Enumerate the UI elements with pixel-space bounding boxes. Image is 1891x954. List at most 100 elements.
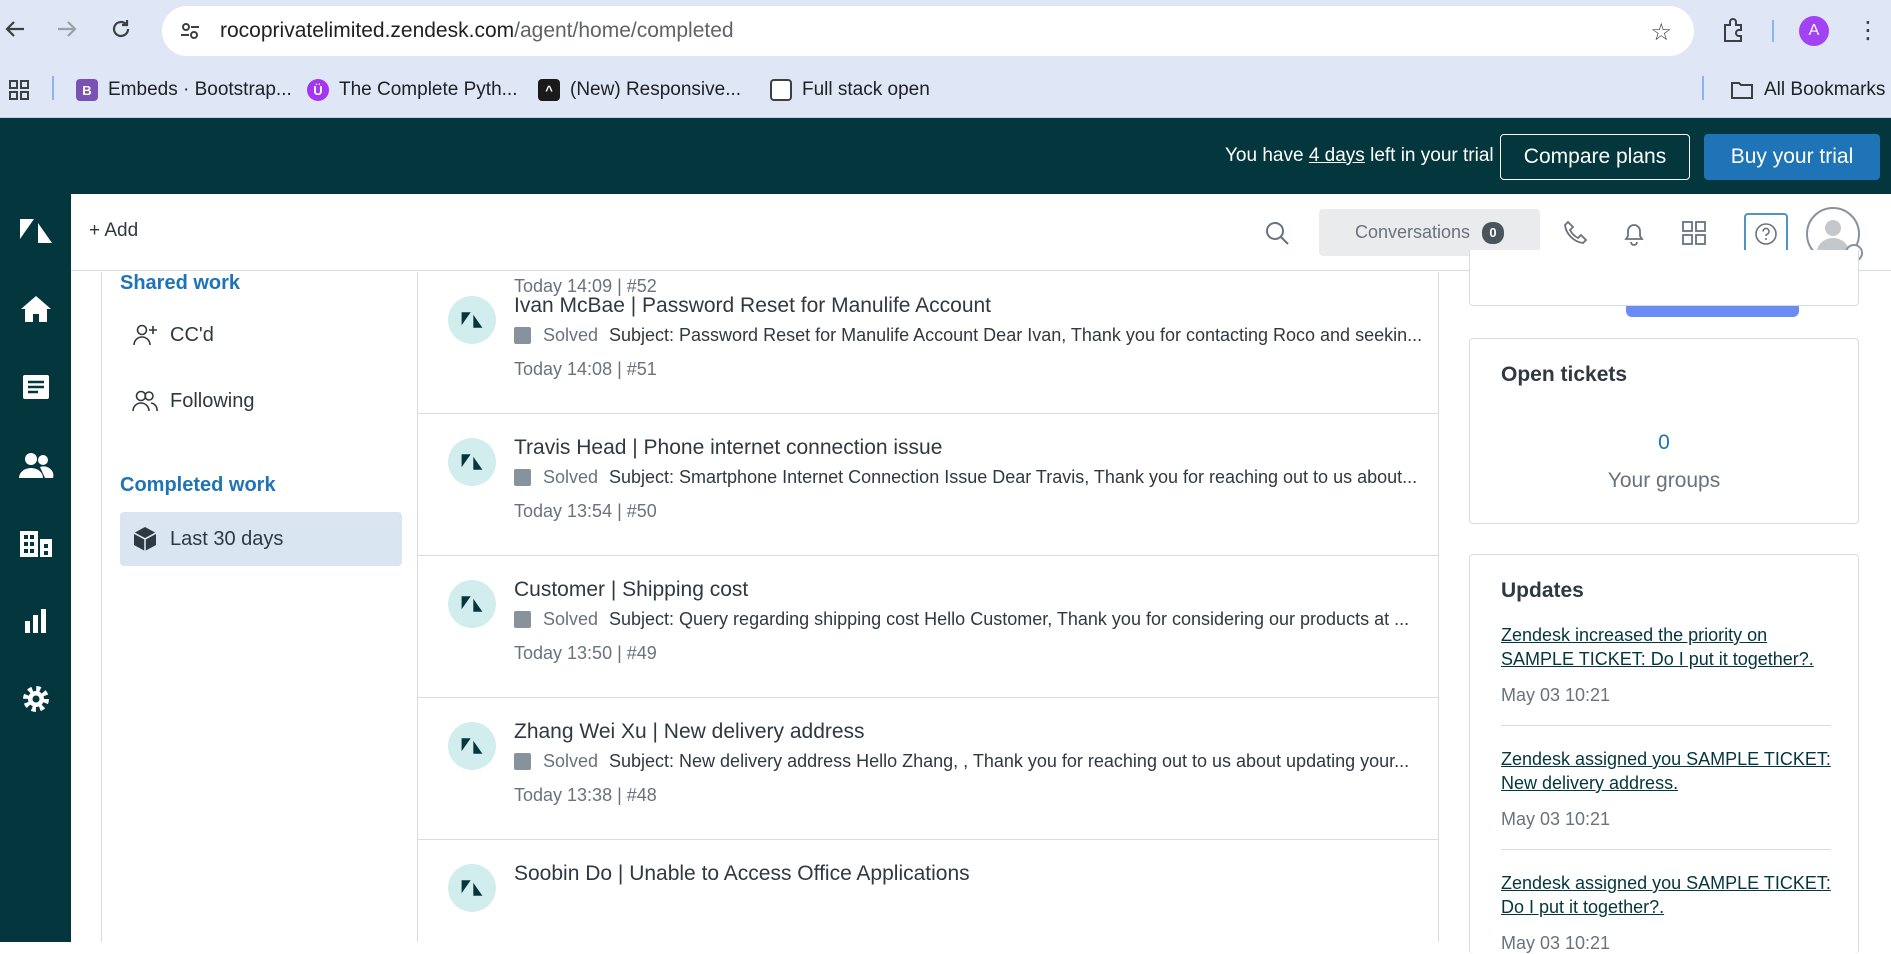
fullstackopen-icon <box>770 79 792 101</box>
ticket-meta: Today 13:38 | #48 <box>514 785 657 805</box>
open-tickets-card: Open tickets 0 Your groups <box>1469 338 1859 524</box>
phone-icon[interactable] <box>1560 218 1590 248</box>
completed-work-heading: Completed work <box>120 474 276 496</box>
status-badge: Solved <box>543 467 599 487</box>
trial-message: You have 4 days left in your trial <box>1225 145 1494 166</box>
conversations-button[interactable]: Conversations 0 <box>1319 209 1540 256</box>
bookmark-fullstack[interactable]: Full stack open <box>770 76 930 104</box>
trial-banner: You have 4 days left in your trial Compa… <box>0 118 1891 194</box>
bookmark-label: Embeds · Bootstrap... <box>108 79 292 100</box>
ticket-excerpt: Subject: Query regarding shipping cost H… <box>609 609 1410 629</box>
zendesk-avatar-icon <box>448 438 496 486</box>
notifications-bell-icon[interactable] <box>1619 218 1649 248</box>
view-ccd[interactable]: CC'd <box>120 308 402 362</box>
bookmark-python[interactable]: Ü The Complete Pyth... <box>307 76 517 104</box>
ticket-title[interactable]: Ivan McBae | Password Reset for Manulife… <box>514 294 991 318</box>
view-last-30-days[interactable]: Last 30 days <box>120 512 402 566</box>
bookmarks-bar: B Embeds · Bootstrap... Ü The Complete P… <box>0 62 1891 118</box>
reporting-icon[interactable] <box>0 596 71 646</box>
bookmark-label: (New) Responsive... <box>570 79 742 100</box>
views-icon[interactable] <box>0 362 71 412</box>
folder-icon <box>1731 82 1753 99</box>
open-tickets-heading: Open tickets <box>1501 363 1628 386</box>
ticket-meta: Today 13:50 | #49 <box>514 643 657 663</box>
ticket-meta: Today 13:54 | #50 <box>514 501 657 521</box>
status-indicator <box>514 469 531 486</box>
profile-avatar[interactable]: A <box>1799 16 1829 46</box>
table-row[interactable]: Zhang Wei Xu | New delivery address Solv… <box>418 698 1438 840</box>
bookmark-responsive[interactable]: ^ (New) Responsive... <box>538 76 741 104</box>
ticket-excerpt: Subject: Smartphone Internet Connection … <box>609 467 1418 487</box>
top-card-remnant <box>1469 250 1859 306</box>
product-tray-icon[interactable] <box>1679 218 1709 248</box>
browser-menu-icon[interactable]: ⋮ <box>1856 16 1880 45</box>
conversations-count-badge: 0 <box>1482 221 1505 244</box>
trial-days-link[interactable]: 4 days <box>1309 145 1365 166</box>
ticket-excerpt: Subject: New delivery address Hello Zhan… <box>609 751 1410 771</box>
all-bookmarks[interactable]: All Bookmarks <box>1730 76 1885 104</box>
forward-arrow-icon[interactable] <box>52 14 82 44</box>
bookmark-star-icon[interactable]: ☆ <box>1650 18 1672 47</box>
admin-gear-icon[interactable] <box>0 674 71 724</box>
status-indicator <box>514 327 531 344</box>
table-row[interactable]: Soobin Do | Unable to Access Office Appl… <box>418 840 1438 942</box>
update-date: May 03 10:21 <box>1501 809 1611 829</box>
extensions-icon[interactable] <box>1720 16 1748 49</box>
bookmark-label: The Complete Pyth... <box>339 79 518 100</box>
update-link[interactable]: Zendesk assigned you SAMPLE TICKET: New … <box>1501 747 1831 795</box>
url-text: rocoprivatelimited.zendesk.com/agent/hom… <box>220 19 734 42</box>
apps-grid-icon[interactable] <box>8 76 30 104</box>
conversations-label: Conversations <box>1354 222 1471 242</box>
zendesk-avatar-icon <box>448 296 496 344</box>
add-button[interactable]: + Add <box>89 220 138 242</box>
bookmark-label: Full stack open <box>802 79 930 100</box>
view-ccd-label: CC'd <box>170 323 214 346</box>
bookmark-bootstrap[interactable]: B Embeds · Bootstrap... <box>76 76 292 104</box>
browser-toolbar: rocoprivatelimited.zendesk.com/agent/hom… <box>0 0 1891 62</box>
ticket-title[interactable]: Travis Head | Phone internet connection … <box>514 436 942 460</box>
organizations-icon[interactable] <box>0 518 71 568</box>
search-icon[interactable] <box>1262 218 1292 248</box>
bookmark-divider <box>1702 76 1704 100</box>
update-link[interactable]: Zendesk increased the priority on SAMPLE… <box>1501 623 1831 671</box>
update-date: May 03 10:21 <box>1501 933 1611 953</box>
help-button[interactable] <box>1744 213 1788 255</box>
view-following[interactable]: Following <box>120 374 402 428</box>
buy-trial-button[interactable]: Buy your trial <box>1704 134 1880 180</box>
open-tickets-count[interactable]: 0 <box>1470 431 1858 455</box>
box-icon <box>120 526 170 552</box>
update-link[interactable]: Zendesk assigned you SAMPLE TICKET: Do I… <box>1501 871 1831 919</box>
ticket-title[interactable]: Soobin Do | Unable to Access Office Appl… <box>514 862 970 886</box>
site-info-icon[interactable] <box>168 9 212 53</box>
status-badge: Solved <box>543 609 599 629</box>
updates-card: Updates Zendesk increased the priority o… <box>1469 554 1859 954</box>
customers-icon[interactable] <box>0 440 71 490</box>
bootstrap-icon: B <box>76 79 98 101</box>
compare-plans-button[interactable]: Compare plans <box>1500 134 1690 180</box>
ticket-excerpt: Subject: Password Reset for Manulife Acc… <box>609 325 1423 345</box>
ticket-title[interactable]: Zhang Wei Xu | New delivery address <box>514 720 865 744</box>
frontend-mentor-icon: ^ <box>538 79 560 101</box>
view-last-30-days-label: Last 30 days <box>170 527 284 550</box>
ticket-list: Today 14:09 | #52 Ivan McBae | Password … <box>417 272 1439 942</box>
address-bar[interactable]: rocoprivatelimited.zendesk.com/agent/hom… <box>162 6 1694 56</box>
update-date: May 03 10:21 <box>1501 685 1611 705</box>
table-row[interactable]: Travis Head | Phone internet connection … <box>418 414 1438 556</box>
help-question-icon <box>1755 223 1777 245</box>
add-label: Add <box>104 220 139 241</box>
back-arrow-icon[interactable] <box>0 14 30 44</box>
ticket-meta: Today 14:08 | #51 <box>514 359 657 379</box>
table-row[interactable]: Customer | Shipping cost Solved Subject:… <box>418 556 1438 698</box>
status-indicator <box>514 753 531 770</box>
reload-icon[interactable] <box>106 14 136 44</box>
update-divider <box>1501 849 1831 850</box>
udemy-icon: Ü <box>307 79 329 101</box>
zendesk-avatar-icon <box>448 864 496 912</box>
status-indicator <box>514 611 531 628</box>
toolbar-divider <box>1772 20 1774 42</box>
zendesk-avatar-icon <box>448 722 496 770</box>
home-icon[interactable] <box>0 284 71 334</box>
table-row[interactable]: Ivan McBae | Password Reset for Manulife… <box>418 272 1438 414</box>
zendesk-logo-icon[interactable] <box>0 206 71 256</box>
ticket-title[interactable]: Customer | Shipping cost <box>514 578 748 602</box>
